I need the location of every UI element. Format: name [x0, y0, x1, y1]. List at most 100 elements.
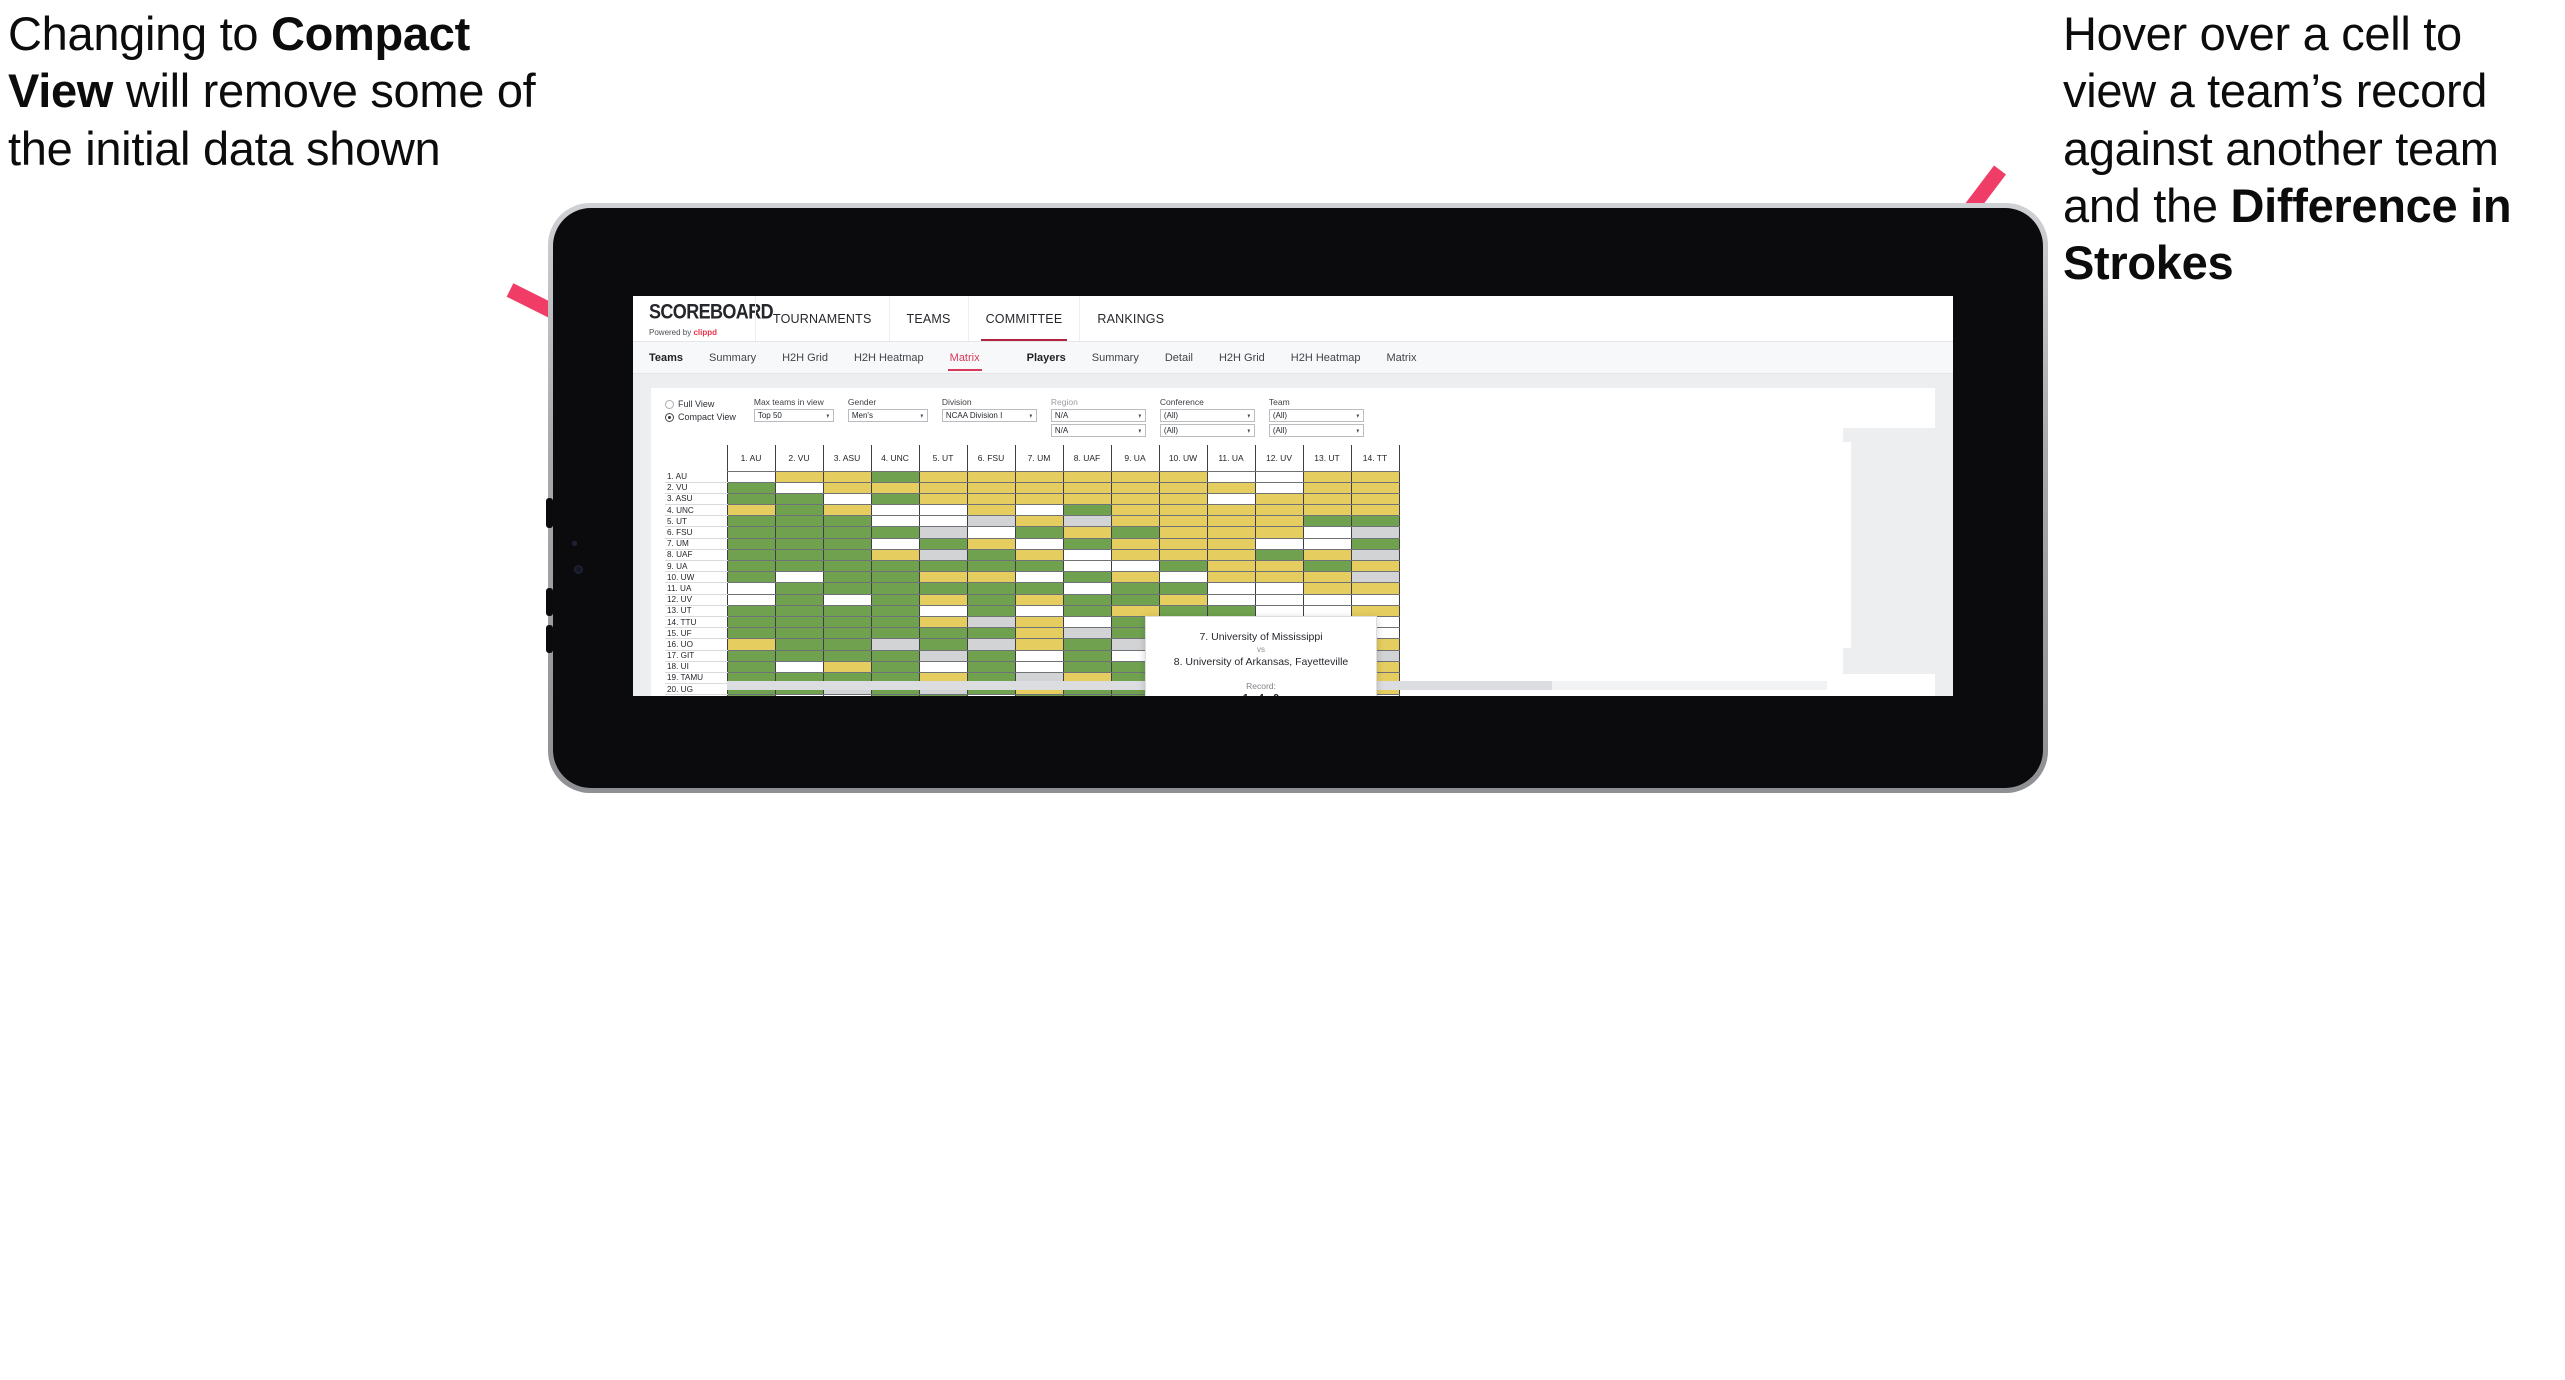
matrix-cell[interactable] — [966, 504, 1016, 517]
matrix-cell[interactable] — [870, 482, 920, 494]
matrix-cell[interactable] — [1014, 694, 1064, 696]
matrix-cell[interactable] — [726, 549, 776, 562]
matrix-cell[interactable] — [870, 605, 920, 617]
matrix-cell[interactable] — [774, 471, 824, 483]
matrix-cell[interactable] — [1350, 538, 1400, 550]
matrix-cell[interactable] — [1158, 582, 1208, 595]
matrix-cell[interactable] — [822, 638, 872, 651]
matrix-cell[interactable] — [870, 526, 920, 539]
nav-item-rankings[interactable]: RANKINGS — [1079, 296, 1181, 341]
matrix-cell[interactable] — [1110, 594, 1160, 606]
matrix-cell[interactable] — [726, 560, 776, 573]
matrix-cell[interactable] — [822, 571, 872, 584]
matrix-cell[interactable] — [1254, 594, 1304, 606]
matrix-cell[interactable] — [822, 694, 872, 696]
matrix-cell[interactable] — [1158, 482, 1208, 494]
matrix-cell[interactable] — [1062, 526, 1112, 539]
matrix-cell[interactable] — [774, 616, 824, 629]
matrix-cell[interactable] — [1158, 493, 1208, 506]
matrix-cell[interactable] — [1014, 571, 1064, 584]
tab-players-detail[interactable]: Detail — [1152, 352, 1206, 364]
matrix-cell[interactable] — [1158, 549, 1208, 562]
matrix-cell[interactable] — [870, 538, 920, 550]
matrix-cell[interactable] — [726, 627, 776, 640]
matrix-cell[interactable] — [870, 638, 920, 651]
matrix-cell[interactable] — [918, 627, 968, 640]
matrix-cell[interactable] — [822, 594, 872, 606]
matrix-cell[interactable] — [1206, 526, 1256, 539]
matrix-cell[interactable] — [1062, 694, 1112, 696]
matrix-cell[interactable] — [1206, 493, 1256, 506]
matrix-cell[interactable] — [918, 582, 968, 595]
matrix-cell[interactable] — [726, 526, 776, 539]
matrix-cell[interactable] — [822, 504, 872, 517]
matrix-cell[interactable] — [1254, 493, 1304, 506]
matrix-cell[interactable] — [966, 515, 1016, 528]
matrix-cell[interactable] — [726, 638, 776, 651]
tab-teams-h2h-heatmap[interactable]: H2H Heatmap — [841, 352, 937, 364]
matrix-cell[interactable] — [1350, 482, 1400, 494]
matrix-cell[interactable] — [1206, 515, 1256, 528]
matrix-cell[interactable] — [822, 538, 872, 550]
volume-up-button[interactable] — [546, 498, 553, 528]
matrix-cell[interactable] — [1302, 504, 1352, 517]
matrix-cell[interactable] — [918, 538, 968, 550]
matrix-cell[interactable] — [966, 582, 1016, 595]
filter-max-teams-select[interactable]: Top 50 — [753, 409, 834, 422]
matrix-cell[interactable] — [822, 605, 872, 617]
matrix-cell[interactable] — [822, 471, 872, 483]
matrix-cell[interactable] — [1062, 515, 1112, 528]
matrix-cell[interactable] — [918, 605, 968, 617]
matrix-cell[interactable] — [1014, 661, 1064, 673]
matrix-cell[interactable] — [870, 650, 920, 662]
matrix-cell[interactable] — [1206, 482, 1256, 494]
matrix-cell[interactable] — [822, 549, 872, 562]
matrix-cell[interactable] — [822, 482, 872, 494]
matrix-cell[interactable] — [774, 605, 824, 617]
matrix-cell[interactable] — [966, 493, 1016, 506]
matrix-cell[interactable] — [966, 560, 1016, 573]
filter-region-select-1[interactable]: N/A — [1050, 409, 1146, 422]
matrix-cell[interactable] — [1014, 471, 1064, 483]
matrix-cell[interactable] — [1158, 560, 1208, 573]
matrix-cell[interactable] — [1254, 471, 1304, 483]
matrix-cell[interactable] — [822, 526, 872, 539]
matrix-cell[interactable] — [966, 594, 1016, 606]
matrix-cell[interactable] — [726, 650, 776, 662]
matrix-cell[interactable] — [1254, 482, 1304, 494]
matrix-cell[interactable] — [918, 526, 968, 539]
matrix-cell[interactable] — [1254, 560, 1304, 573]
matrix-cell[interactable] — [966, 650, 1016, 662]
filter-region-select-2[interactable]: N/A — [1050, 424, 1146, 437]
matrix-cell[interactable] — [1350, 549, 1400, 562]
matrix-cell[interactable] — [918, 571, 968, 584]
matrix-cell[interactable] — [1158, 538, 1208, 550]
matrix-cell[interactable] — [1014, 582, 1064, 595]
matrix-cell[interactable] — [966, 627, 1016, 640]
matrix-cell[interactable] — [870, 504, 920, 517]
matrix-cell[interactable] — [966, 616, 1016, 629]
matrix-cell[interactable] — [1062, 560, 1112, 573]
matrix-cell[interactable] — [870, 582, 920, 595]
matrix-cell[interactable] — [1158, 526, 1208, 539]
volume-down-button[interactable] — [546, 588, 553, 616]
matrix-cell[interactable] — [774, 504, 824, 517]
filter-team-select-2[interactable]: (All) — [1268, 424, 1364, 437]
matrix-cell[interactable] — [726, 571, 776, 584]
radio-compact-view[interactable]: Compact View — [665, 412, 736, 422]
matrix-cell[interactable] — [1014, 627, 1064, 640]
matrix-cell[interactable] — [774, 650, 824, 662]
matrix-cell[interactable] — [1110, 560, 1160, 573]
tab-players-h2h-grid[interactable]: H2H Grid — [1206, 352, 1278, 364]
matrix-cell[interactable] — [1110, 515, 1160, 528]
tab-players-h2h-heatmap[interactable]: H2H Heatmap — [1278, 352, 1374, 364]
tab-teams-h2h-grid[interactable]: H2H Grid — [769, 352, 841, 364]
matrix-cell[interactable] — [1158, 594, 1208, 606]
matrix-cell[interactable] — [1062, 504, 1112, 517]
matrix-cell[interactable] — [966, 661, 1016, 673]
matrix-cell[interactable] — [726, 661, 776, 673]
matrix-cell[interactable] — [774, 661, 824, 673]
matrix-cell[interactable] — [1014, 560, 1064, 573]
matrix-cell[interactable] — [1350, 526, 1400, 539]
matrix-cell[interactable] — [1158, 605, 1208, 617]
